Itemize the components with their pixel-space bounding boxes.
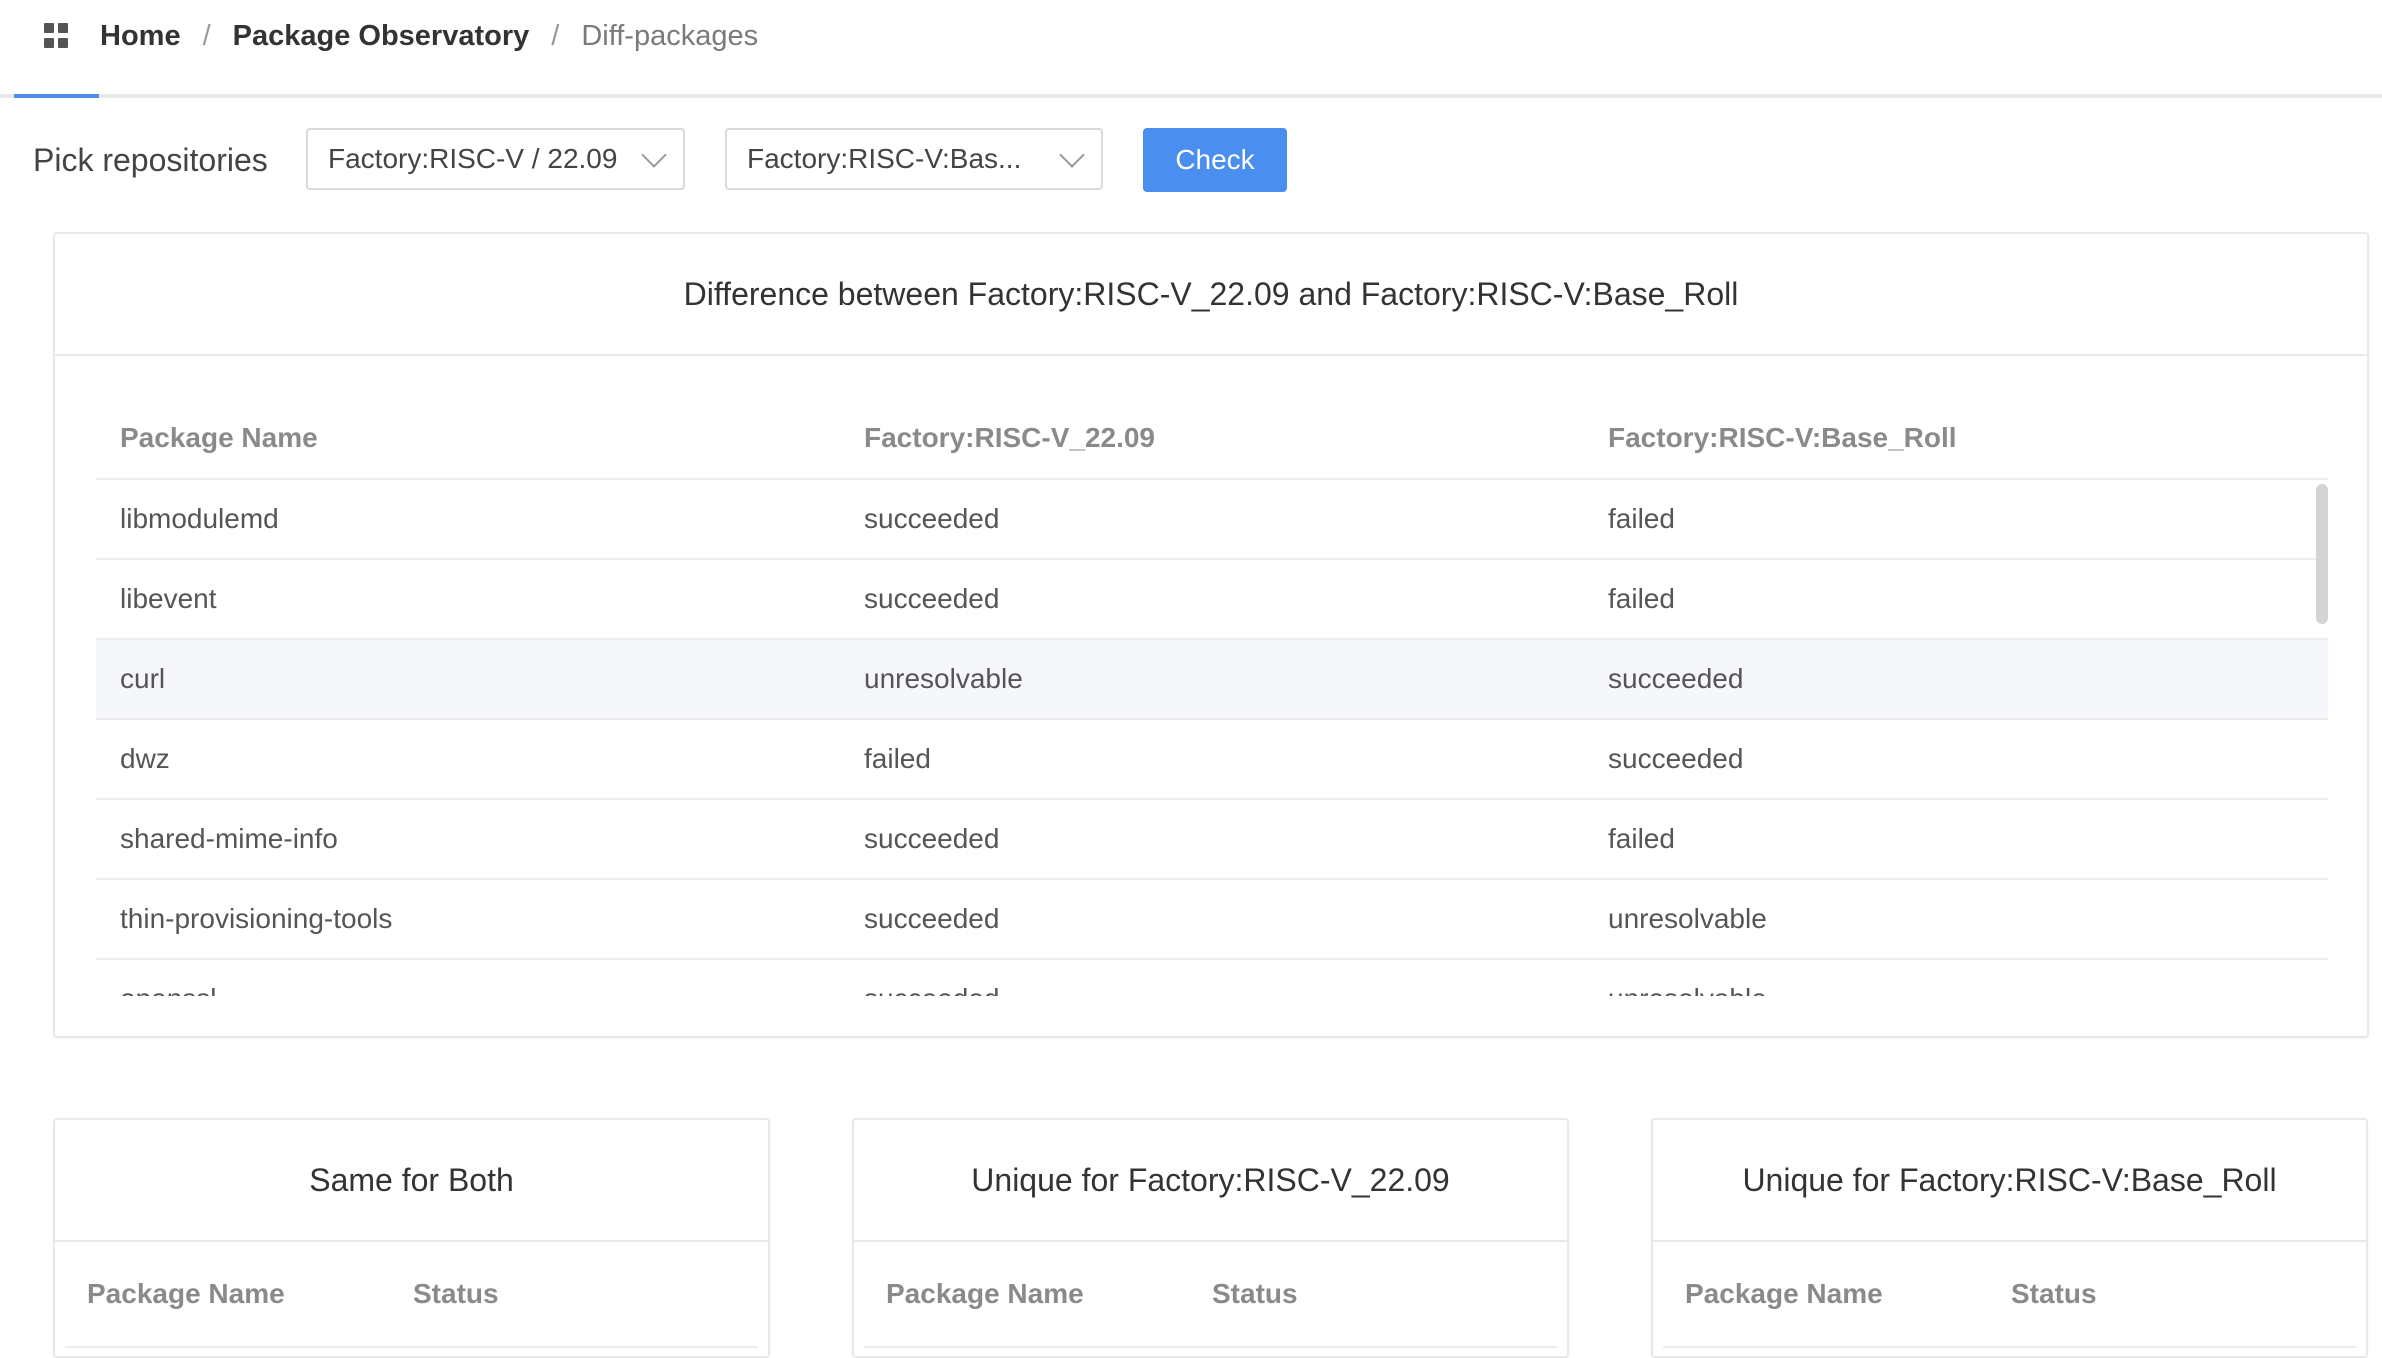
table-header-row: Package Name Factory:RISC-V_22.09 Factor…	[96, 398, 2328, 480]
table-header-row: Package Name Status	[864, 1242, 1557, 1348]
package-name-cell: libmodulemd	[96, 479, 840, 560]
repo-a-status-cell: succeeded	[840, 479, 1584, 560]
top-nav-bar: Home / Package Observatory / Diff-packag…	[0, 0, 2382, 98]
package-name-cell: openssl	[96, 959, 840, 996]
repo-a-status-cell: succeeded	[840, 959, 1584, 996]
pick-repositories-label: Pick repositories	[33, 142, 268, 178]
same-for-both-table: Package Name Status	[65, 1242, 758, 1348]
table-row[interactable]: openssl succeeded unresolvable	[96, 959, 2328, 996]
check-button[interactable]: Check	[1143, 128, 1287, 192]
repo-a-status-cell: failed	[840, 719, 1584, 800]
table-row[interactable]: libevent succeeded failed	[96, 559, 2328, 640]
repo-a-select[interactable]: Factory:RISC-V / 22.09	[306, 128, 685, 190]
table-row[interactable]: dwz failed succeeded	[96, 719, 2328, 800]
unique-repo-a-title: Unique for Factory:RISC-V_22.09	[854, 1120, 1567, 1242]
column-header-package-name[interactable]: Package Name	[1663, 1278, 2011, 1310]
active-tab-indicator	[14, 94, 99, 98]
repo-b-status-cell: failed	[1584, 799, 2328, 880]
repo-b-status-cell: failed	[1584, 479, 2328, 560]
difference-card: Difference between Factory:RISC-V_22.09 …	[53, 232, 2369, 1038]
package-name-cell: thin-provisioning-tools	[96, 879, 840, 960]
column-header-package-name[interactable]: Package Name	[96, 398, 840, 480]
column-header-repo-a[interactable]: Factory:RISC-V_22.09	[840, 398, 1584, 480]
repo-b-status-cell: failed	[1584, 559, 2328, 640]
difference-table-scroll[interactable]: Package Name Factory:RISC-V_22.09 Factor…	[96, 398, 2328, 996]
repo-a-selected-value: Factory:RISC-V / 22.09	[328, 143, 618, 174]
package-name-cell: dwz	[96, 719, 840, 800]
repo-a-status-cell: succeeded	[840, 799, 1584, 880]
breadcrumb-separator: /	[202, 19, 211, 52]
column-header-status[interactable]: Status	[1212, 1278, 1557, 1310]
repo-a-status-cell: unresolvable	[840, 639, 1584, 720]
table-scrollbar[interactable]	[2316, 484, 2328, 624]
unique-repo-b-title: Unique for Factory:RISC-V:Base_Roll	[1653, 1120, 2366, 1242]
repo-b-status-cell: succeeded	[1584, 719, 2328, 800]
repo-a-status-cell: succeeded	[840, 879, 1584, 960]
repo-a-status-cell: succeeded	[840, 559, 1584, 640]
package-name-cell: curl	[96, 639, 840, 720]
column-header-status[interactable]: Status	[413, 1278, 758, 1310]
same-for-both-title: Same for Both	[55, 1120, 768, 1242]
breadcrumb-current: Diff-packages	[581, 19, 759, 52]
repo-b-select[interactable]: Factory:RISC-V:Bas...	[725, 128, 1103, 190]
breadcrumb-package-observatory[interactable]: Package Observatory	[233, 20, 530, 53]
chevron-down-icon	[1059, 142, 1085, 168]
repo-b-status-cell: succeeded	[1584, 639, 2328, 720]
difference-card-title: Difference between Factory:RISC-V_22.09 …	[55, 234, 2367, 356]
table-header-row: Package Name Status	[65, 1242, 758, 1348]
chevron-down-icon	[641, 142, 667, 168]
table-row[interactable]: libmodulemd succeeded failed	[96, 479, 2328, 560]
table-row[interactable]: curl unresolvable succeeded	[96, 639, 2328, 720]
package-name-cell: shared-mime-info	[96, 799, 840, 880]
unique-repo-b-table: Package Name Status	[1663, 1242, 2356, 1348]
table-row[interactable]: shared-mime-info succeeded failed	[96, 799, 2328, 880]
breadcrumb: Home / Package Observatory / Diff-packag…	[100, 14, 758, 58]
repository-picker: Pick repositories Factory:RISC-V / 22.09…	[0, 128, 2382, 192]
column-header-package-name[interactable]: Package Name	[65, 1278, 413, 1310]
unique-repo-a-card: Unique for Factory:RISC-V_22.09 Package …	[852, 1118, 1569, 1358]
repo-b-status-cell: unresolvable	[1584, 959, 2328, 996]
breadcrumb-separator: /	[551, 19, 560, 52]
repo-b-selected-value: Factory:RISC-V:Bas...	[747, 143, 1022, 174]
apps-grid-icon[interactable]	[44, 23, 70, 49]
repo-b-status-cell: unresolvable	[1584, 879, 2328, 960]
column-header-status[interactable]: Status	[2011, 1278, 2356, 1310]
column-header-package-name[interactable]: Package Name	[864, 1278, 1212, 1310]
table-row[interactable]: thin-provisioning-tools succeeded unreso…	[96, 879, 2328, 960]
unique-repo-a-table: Package Name Status	[864, 1242, 1557, 1348]
difference-table: Package Name Factory:RISC-V_22.09 Factor…	[96, 398, 2328, 996]
column-header-repo-b[interactable]: Factory:RISC-V:Base_Roll	[1584, 398, 2328, 480]
same-for-both-card: Same for Both Package Name Status	[53, 1118, 770, 1358]
table-header-row: Package Name Status	[1663, 1242, 2356, 1348]
breadcrumb-home[interactable]: Home	[100, 20, 181, 53]
package-name-cell: libevent	[96, 559, 840, 640]
unique-repo-b-card: Unique for Factory:RISC-V:Base_Roll Pack…	[1651, 1118, 2368, 1358]
